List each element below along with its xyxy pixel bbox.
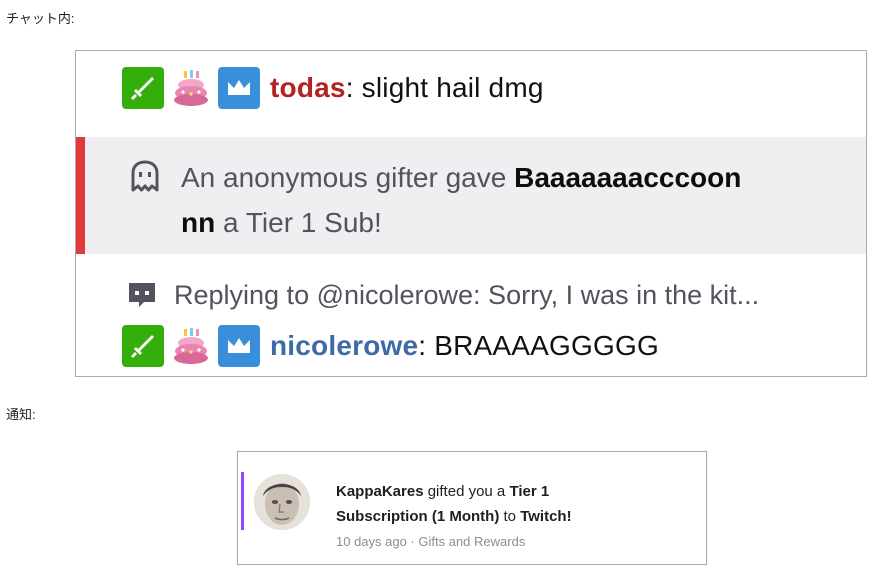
section-label-chat: チャット内: <box>6 11 75 26</box>
chat-username[interactable]: todas <box>270 72 346 104</box>
chat-panel: todas: slight hail dmg An anonymous gift… <box>75 50 867 377</box>
notification-item-line1: Tier 1 <box>509 483 550 500</box>
chat-separator: : <box>345 72 354 103</box>
cake-badge-icon[interactable] <box>170 67 212 109</box>
notification-item-line2: Subscription (1 Month) <box>336 508 500 525</box>
notification-card[interactable]: KappaKares gifted you a Tier 1 Subscripti… <box>237 451 707 565</box>
avatar[interactable] <box>254 474 310 530</box>
notice-suffix: a Tier 1 Sub! <box>215 207 382 238</box>
reply-text: Replying to @nicolerowe: Sorry, I was in… <box>174 279 760 310</box>
notification-message: KappaKares gifted you a Tier 1 Subscripti… <box>336 479 676 529</box>
gift-recipient-line2[interactable]: nn <box>181 207 215 238</box>
notification-to-text: to <box>499 508 521 525</box>
notification-mid-text: gifted you a <box>423 483 510 500</box>
reply-chat-icon <box>129 283 155 307</box>
gift-notice-text: An anonymous gifter gave Baaaaaaacccoon n… <box>181 155 831 245</box>
notification-meta: 10 days ago · Gifts and Rewards <box>336 534 526 549</box>
notification-platform: Twitch! <box>520 508 572 525</box>
section-label-notification: 通知: <box>6 407 36 422</box>
chat-message-todas: todas: slight hail dmg <box>122 67 544 109</box>
reply-header[interactable]: Replying to @nicolerowe: Sorry, I was in… <box>126 279 759 311</box>
chat-message-text: BRAAAAGGGGG <box>426 330 659 361</box>
gift-sub-notice: An anonymous gifter gave Baaaaaaacccoon n… <box>76 137 866 254</box>
chat-username[interactable]: nicolerowe <box>270 330 418 362</box>
chat-message-nicolerowe: nicolerowe: BRAAAAGGGGG <box>122 325 659 367</box>
moderator-sword-icon[interactable] <box>122 325 164 367</box>
notification-unread-indicator <box>241 472 244 530</box>
subscriber-crown-icon[interactable] <box>218 325 260 367</box>
chat-separator: : <box>418 330 427 361</box>
ghost-icon <box>131 160 159 192</box>
subscriber-crown-icon[interactable] <box>218 67 260 109</box>
moderator-sword-icon[interactable] <box>122 67 164 109</box>
gift-recipient-line1[interactable]: Baaaaaaacccoon <box>514 162 741 193</box>
cake-badge-icon[interactable] <box>170 325 212 367</box>
notice-accent-bar <box>76 137 85 254</box>
notice-prefix: An anonymous gifter gave <box>181 162 515 193</box>
notification-sender[interactable]: KappaKares <box>336 483 424 500</box>
chat-message-text: slight hail dmg <box>353 72 544 103</box>
